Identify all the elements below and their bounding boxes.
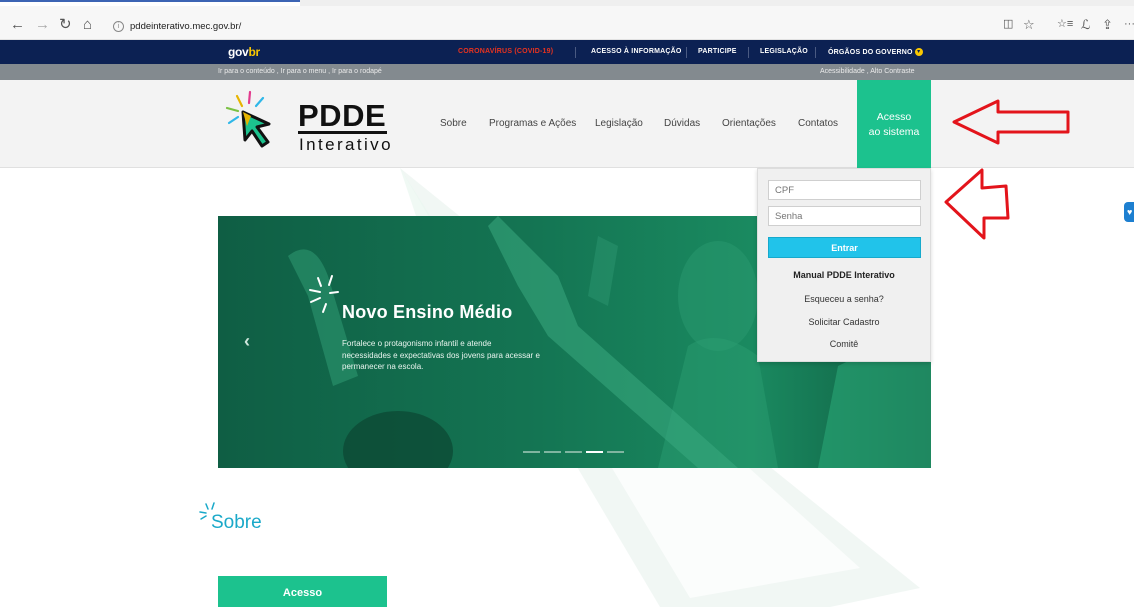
annotation-arrow-icon <box>952 99 1070 145</box>
solicitar-cadastro-link[interactable]: Solicitar Cadastro <box>757 317 931 327</box>
accessibility-links[interactable]: Acessibilidade , Alto Contraste <box>820 68 915 75</box>
covid-link[interactable]: CORONAVÍRUS (COVID-19) <box>458 48 553 55</box>
nav-item-legislacao[interactable]: Legislação <box>595 118 643 129</box>
address-bar[interactable]: i pddeinterativo.mec.gov.br/ <box>110 19 990 35</box>
annotation-arrow-icon <box>944 168 1010 240</box>
hero-title: Novo Ensino Médio <box>342 302 513 322</box>
carousel-dot[interactable] <box>523 451 540 453</box>
senha-input[interactable] <box>768 206 921 226</box>
entrar-button[interactable]: Entrar <box>768 237 921 258</box>
gov-divider <box>575 47 576 58</box>
gov-divider <box>815 47 816 58</box>
back-icon[interactable]: ← <box>10 17 25 32</box>
forward-icon[interactable]: → <box>35 17 50 32</box>
more-icon[interactable]: ··· <box>1124 17 1134 32</box>
acesso-informacao-link[interactable]: ACESSO À INFORMAÇÃO <box>591 48 682 55</box>
gov-bar: govbr CORONAVÍRUS (COVID-19) ACESSO À IN… <box>0 40 1134 64</box>
pdde-cursor-logo-icon[interactable] <box>225 90 275 150</box>
acesso-tab-line2: ao sistema <box>868 126 920 138</box>
govbr-logo-gov: gov <box>228 45 249 59</box>
tab-strip <box>0 0 1134 6</box>
carousel-dot[interactable] <box>586 451 603 453</box>
chat-badge-icon[interactable]: ♥ <box>1124 202 1134 222</box>
accessibility-bar: Ir para o conteúdo , Ir para o menu , Ir… <box>0 64 1134 80</box>
hero-burst-icon <box>309 275 339 313</box>
nav-item-duvidas[interactable]: Dúvidas <box>664 118 700 129</box>
orgaos-label: ÓRGÃOS DO GOVERNO <box>828 48 913 56</box>
nav-item-orientacoes[interactable]: Orientações <box>722 118 776 129</box>
nav-item-contatos[interactable]: Contatos <box>798 118 838 129</box>
sobre-heading: Sobre <box>211 512 262 533</box>
favorites-list-icon[interactable]: ☆≡ <box>1057 17 1073 32</box>
manual-link[interactable]: Manual PDDE Interativo <box>757 270 931 280</box>
cpf-input[interactable] <box>768 180 921 200</box>
acesso-sistema-tab[interactable]: Acesso ao sistema <box>857 80 931 168</box>
info-icon[interactable]: i <box>113 21 124 32</box>
chevron-down-icon: ▾ <box>914 48 923 56</box>
govbr-logo[interactable]: govbr <box>228 45 260 59</box>
carousel-dot[interactable] <box>544 451 561 453</box>
nav-item-programas[interactable]: Programas e Ações <box>489 118 576 129</box>
favorite-star-icon[interactable]: ☆ <box>1023 17 1035 32</box>
home-icon[interactable]: ⌂ <box>83 17 92 32</box>
browser-toolbar: ← → ↻ ⌂ i pddeinterativo.mec.gov.br/ ◫ ☆… <box>0 0 1134 40</box>
share-icon[interactable]: ⇪ <box>1102 17 1113 32</box>
pen-icon[interactable]: ℒ <box>1081 17 1090 32</box>
participe-link[interactable]: PARTICIPE <box>698 48 737 55</box>
legislacao-gov-link[interactable]: LEGISLAÇÃO <box>760 48 808 55</box>
carousel-dot[interactable] <box>565 451 582 453</box>
logo-title[interactable]: PDDE <box>298 100 386 132</box>
carousel-dot[interactable] <box>607 451 624 453</box>
logo-underline <box>298 131 387 134</box>
orgaos-governo-link[interactable]: ÓRGÃOS DO GOVERNO ▾ <box>828 48 923 56</box>
gov-divider <box>686 47 687 58</box>
govbr-logo-br: br <box>248 45 260 59</box>
active-tab[interactable] <box>0 0 300 6</box>
reading-view-icon[interactable]: ◫ <box>1003 17 1013 32</box>
logo-subtitle: Interativo <box>299 135 393 154</box>
comite-link[interactable]: Comitê <box>757 339 931 349</box>
gov-divider <box>748 47 749 58</box>
page: ← → ↻ ⌂ i pddeinterativo.mec.gov.br/ ◫ ☆… <box>0 0 1134 607</box>
esqueceu-senha-link[interactable]: Esqueceu a senha? <box>757 294 931 304</box>
refresh-icon[interactable]: ↻ <box>59 17 72 32</box>
carousel-prev-icon[interactable]: ‹ <box>244 332 250 350</box>
url-text: pddeinterativo.mec.gov.br/ <box>130 21 242 32</box>
acesso-button[interactable]: Acesso <box>218 576 387 607</box>
hero-description: Fortalece o protagonismo infantil e aten… <box>342 339 540 371</box>
nav-item-sobre[interactable]: Sobre <box>440 118 467 129</box>
acesso-tab-line1: Acesso <box>876 111 912 123</box>
skip-links[interactable]: Ir para o conteúdo , Ir para o menu , Ir… <box>218 68 382 75</box>
